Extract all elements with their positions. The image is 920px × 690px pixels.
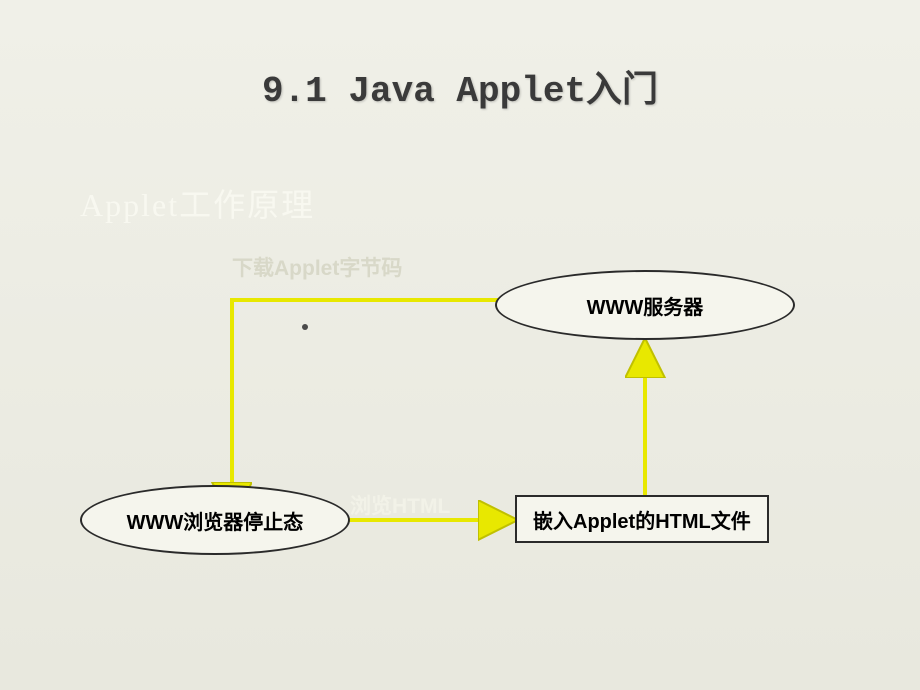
html-file-label: 嵌入Applet的HTML文件 <box>533 505 751 534</box>
server-label: WWW服务器 <box>587 291 704 320</box>
browser-label: WWW浏览器停止态 <box>127 506 304 535</box>
slide-subtitle: Applet工作原理 <box>80 180 315 226</box>
slide-title: 9.1 Java Applet入门 <box>262 60 658 112</box>
diagram-arrows <box>0 260 920 660</box>
decorative-dot <box>302 324 308 330</box>
slide-container: 9.1 Java Applet入门 Applet工作原理 下载Applet字节码… <box>0 0 920 690</box>
node-www-browser: WWW浏览器停止态 <box>80 485 350 555</box>
node-www-server: WWW服务器 <box>495 270 795 340</box>
flow-diagram: 下载Applet字节码 浏览HTML WWW服务器 WWW浏览器停止态 嵌入Ap… <box>0 260 920 660</box>
arrow-server-to-browser <box>232 300 499 514</box>
label-browse-html: 浏览HTML <box>350 490 450 520</box>
node-html-file: 嵌入Applet的HTML文件 <box>515 495 769 543</box>
label-download-bytecode: 下载Applet字节码 <box>232 252 402 282</box>
